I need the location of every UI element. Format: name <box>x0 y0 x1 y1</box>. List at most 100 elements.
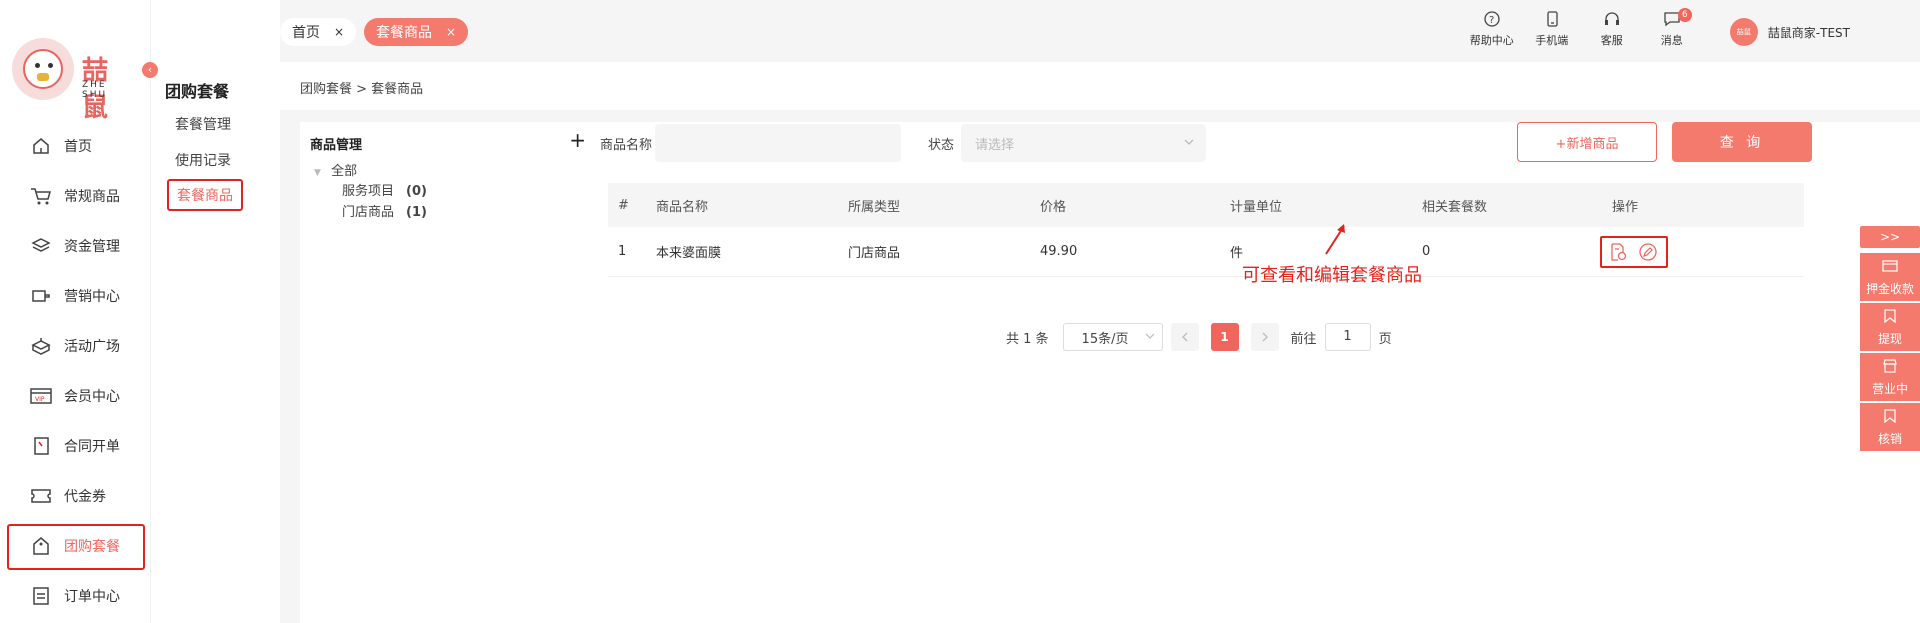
card-icon <box>1882 258 1898 274</box>
vip-card-icon: VIP <box>30 385 52 407</box>
help-center-button[interactable]: ? 帮助中心 <box>1462 10 1522 54</box>
top-bar: 首页 × 套餐商品 × ? 帮助中心 手机端 客服 6 消息 喆鼠 喆鼠商家-T… <box>280 0 1920 62</box>
cell-package-count: 0 <box>1422 244 1431 259</box>
collapse-sidebar-icon[interactable]: ‹ <box>142 62 158 78</box>
col-header: 所属类型 <box>848 199 901 215</box>
nav-label: 营销中心 <box>64 289 120 305</box>
svg-text:VIP: VIP <box>35 396 45 403</box>
help-icon: ? <box>1483 10 1501 28</box>
tree-node-count: (1) <box>406 205 427 220</box>
chevron-left-icon <box>1181 332 1188 342</box>
svg-text:?: ? <box>1489 15 1494 26</box>
tab-home[interactable]: 首页 × <box>280 18 357 46</box>
nav-label: 会员中心 <box>64 389 120 405</box>
goto-page-input[interactable]: 1 <box>1324 323 1371 351</box>
nav-label: 合同开单 <box>64 439 120 455</box>
nav-item-funds[interactable]: 资金管理 <box>0 221 150 271</box>
col-header: # <box>618 197 629 213</box>
secondary-sidebar: 团购套餐 套餐管理 使用记录 套餐商品 <box>150 0 280 623</box>
float-verify-button[interactable]: 核销 <box>1860 403 1920 451</box>
messages-button[interactable]: 6 消息 <box>1642 8 1702 54</box>
status-select[interactable]: 请选择 <box>961 124 1206 162</box>
voucher-icon <box>30 485 52 507</box>
chevron-right-icon <box>1262 332 1268 342</box>
prev-page-button[interactable] <box>1170 323 1199 351</box>
marketing-icon <box>30 285 52 307</box>
store-icon <box>1882 358 1898 374</box>
main-area: 团购套餐 > 套餐商品 商品管理 + ▼ 全部 服务项目 (0) 门店商品 (1) … <box>280 62 1920 623</box>
add-category-button[interactable]: + <box>569 128 586 153</box>
float-withdraw-button[interactable]: 提现 <box>1860 303 1920 351</box>
tab-label: 套餐商品 <box>376 25 432 41</box>
page-suffix: 页 <box>1378 331 1392 347</box>
float-label: 核销 <box>1877 431 1902 446</box>
nav-item-products[interactable]: 常规商品 <box>0 171 150 221</box>
page-size-select[interactable]: 15条/页 <box>1062 323 1163 351</box>
header-tools: ? 帮助中心 手机端 客服 6 消息 喆鼠 喆鼠商家-TEST <box>1462 8 1920 54</box>
chevron-down-icon <box>1182 135 1196 149</box>
float-toggle-button[interactable]: >> <box>1860 226 1920 248</box>
tab-package-products[interactable]: 套餐商品 × <box>364 18 469 46</box>
close-icon[interactable]: × <box>446 25 456 39</box>
cell-index: 1 <box>618 244 627 259</box>
tree-node-all[interactable]: ▼ 全部 <box>314 160 357 179</box>
cart-icon <box>30 185 52 207</box>
highlight-frame <box>7 524 145 570</box>
cell-type: 门店商品 <box>848 246 901 261</box>
nav-item-members[interactable]: VIP 会员中心 <box>0 371 150 421</box>
edit-icon[interactable] <box>1638 242 1658 262</box>
float-label: 提现 <box>1877 331 1902 346</box>
tree-node-service[interactable]: 服务项目 (0) <box>342 180 427 199</box>
phone-icon <box>1543 10 1561 28</box>
tree-title: 商品管理 <box>310 138 363 153</box>
col-header: 操作 <box>1612 199 1639 215</box>
nav-label: 订单中心 <box>64 589 120 605</box>
user-menu[interactable]: 喆鼠 喆鼠商家-TEST <box>1729 10 1850 54</box>
view-detail-icon[interactable] <box>1608 242 1628 262</box>
nav-item-group-buy[interactable]: 团购套餐 <box>0 521 150 571</box>
status-placeholder: 请选择 <box>975 137 1015 153</box>
nav-item-contract[interactable]: 合同开单 <box>0 421 150 471</box>
subnav-title: 团购套餐 <box>165 82 230 101</box>
order-icon <box>30 585 52 607</box>
annotation-arrow <box>1325 224 1345 255</box>
pagination: 共 1 条 15条/页 1 前往 1 页 <box>1006 323 1392 351</box>
avatar: 喆鼠 <box>1729 18 1758 46</box>
next-page-button[interactable] <box>1250 323 1279 351</box>
nav-item-marketing[interactable]: 营销中心 <box>0 271 150 321</box>
subnav-item-package-manage[interactable]: 套餐管理 <box>175 114 231 134</box>
close-icon[interactable]: × <box>334 25 344 39</box>
col-header: 价格 <box>1040 199 1067 215</box>
product-name-input[interactable] <box>655 124 901 162</box>
logo-subtext: ZHE SHU <box>82 80 108 100</box>
float-label: 营业中 <box>1871 381 1908 396</box>
nav-item-activity[interactable]: 活动广场 <box>0 321 150 371</box>
nav-item-home[interactable]: 首页 <box>0 121 150 171</box>
nav-item-voucher[interactable]: 代金券 <box>0 471 150 521</box>
page-number-current[interactable]: 1 <box>1210 323 1239 351</box>
nav-item-orders[interactable]: 订单中心 <box>0 571 150 621</box>
nav-label: 代金券 <box>64 489 106 505</box>
toggle-label: >> <box>1879 230 1901 244</box>
status-label: 状态 <box>928 138 955 153</box>
tree-header: 商品管理 + <box>310 128 586 153</box>
float-deposit-button[interactable]: 押金收款 <box>1860 253 1920 301</box>
nav-label: 常规商品 <box>64 189 120 205</box>
cell-price: 49.90 <box>1040 244 1078 259</box>
subnav-item-usage-records[interactable]: 使用记录 <box>175 150 231 170</box>
chevron-down-icon <box>1144 330 1156 346</box>
nav-label: 首页 <box>64 139 92 155</box>
tree-node-store[interactable]: 门店商品 (1) <box>342 201 427 220</box>
tree-node-label: 门店商品 <box>342 205 395 220</box>
main-nav: 首页 常规商品 资金管理 营销中心 活动广场 VIP 会员中心 合同开单 代金券 <box>0 121 150 621</box>
query-button[interactable]: 查 询 <box>1672 122 1812 162</box>
customer-service-button[interactable]: 客服 <box>1582 10 1642 54</box>
float-business-button[interactable]: 营业中 <box>1860 353 1920 401</box>
tool-label: 消息 <box>1660 34 1683 47</box>
tree-node-label: 全部 <box>331 164 358 179</box>
add-product-button[interactable]: +新增商品 <box>1517 122 1657 162</box>
page-size-value: 15条/页 <box>1081 331 1129 347</box>
mobile-button[interactable]: 手机端 <box>1522 10 1582 54</box>
subnav-item-package-products[interactable]: 套餐商品 <box>167 179 243 211</box>
product-panel: 商品名称 状态 请选择 +新增商品 查 询 # 商品名称 所属类型 价格 计量单… <box>596 122 1920 623</box>
